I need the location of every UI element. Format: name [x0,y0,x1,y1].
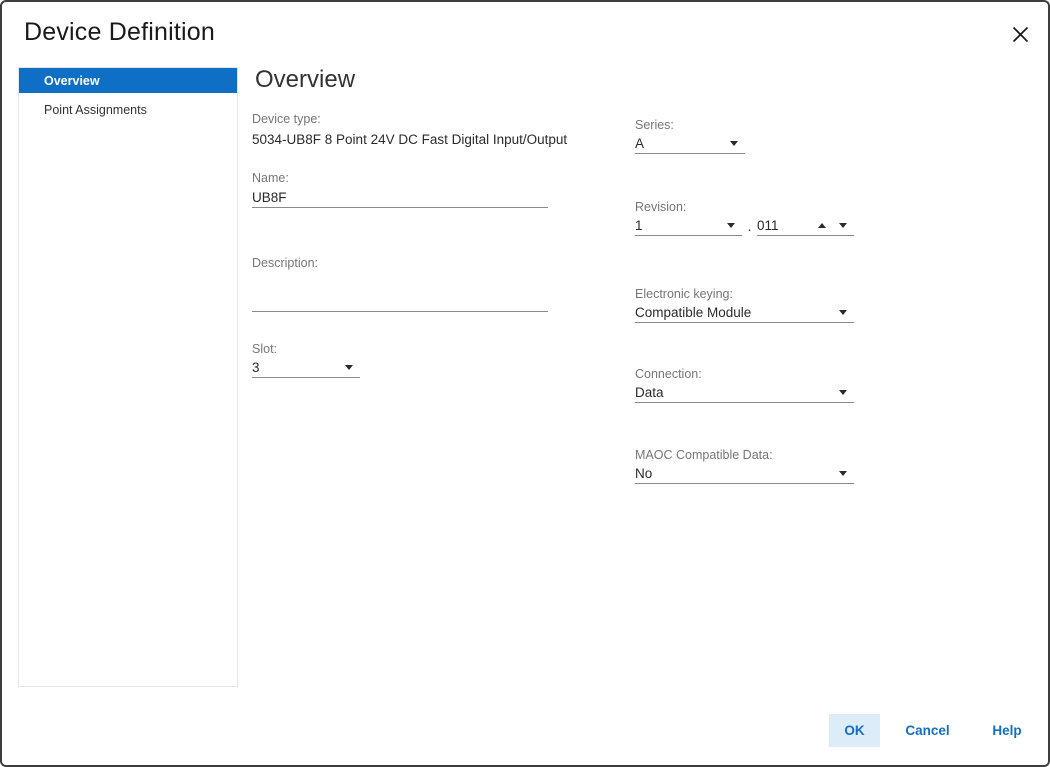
chevron-down-icon[interactable] [345,365,353,370]
series-dropdown[interactable]: A [635,133,745,154]
electronic-keying-field: Electronic keying: Compatible Module [635,287,854,323]
device-definition-dialog: Device Definition Overview Point Assignm… [0,0,1050,767]
slot-dropdown[interactable]: 3 [252,357,360,378]
revision-minor-value: 011 [757,218,779,233]
name-input[interactable]: UB8F [252,187,548,208]
sidebar-item-label: Point Assignments [44,103,147,117]
revision-label: Revision: [635,200,854,214]
revision-controls: 1 . 011 [635,215,854,236]
description-input[interactable] [252,291,548,312]
series-field: Series: A [635,118,745,154]
name-value: UB8F [252,190,287,205]
connection-field: Connection: Data [635,367,854,403]
spinner-down-icon[interactable] [839,223,847,228]
page-title: Overview [255,66,355,94]
cancel-button[interactable]: Cancel [890,714,965,747]
dialog-title: Device Definition [24,18,215,47]
slot-label: Slot: [252,342,360,356]
chevron-down-icon[interactable] [727,223,735,228]
close-button[interactable] [1006,20,1034,48]
connection-label: Connection: [635,367,854,381]
chevron-down-icon[interactable] [730,141,738,146]
device-type-value: 5034-UB8F 8 Point 24V DC Fast Digital In… [252,132,567,147]
series-label: Series: [635,118,745,132]
sidebar-item-label: Overview [44,74,100,88]
revision-major-dropdown[interactable]: 1 [635,215,742,236]
electronic-keying-dropdown[interactable]: Compatible Module [635,302,854,323]
revision-separator: . [742,219,757,236]
name-label: Name: [252,171,548,185]
chevron-down-icon[interactable] [839,471,847,476]
chevron-down-icon[interactable] [839,310,847,315]
connection-value: Data [635,385,664,400]
sidebar-item-point-assignments[interactable]: Point Assignments [19,97,237,122]
maoc-compatible-data-value: No [635,466,652,481]
maoc-compatible-data-dropdown[interactable]: No [635,463,854,484]
name-field: Name: UB8F [252,171,548,208]
description-field: Description: [252,256,548,312]
electronic-keying-label: Electronic keying: [635,287,854,301]
revision-minor-spinner[interactable]: 011 [757,215,854,236]
ok-button[interactable]: OK [829,714,880,747]
help-button[interactable]: Help [974,714,1040,747]
maoc-compatible-data-label: MAOC Compatible Data: [635,448,854,462]
maoc-compatible-data-field: MAOC Compatible Data: No [635,448,854,484]
spinner-up-icon[interactable] [818,223,826,228]
device-type-field: Device type: 5034-UB8F 8 Point 24V DC Fa… [252,112,592,149]
series-value: A [635,136,644,151]
sidebar-item-overview[interactable]: Overview [19,68,237,93]
close-icon [1012,26,1029,43]
chevron-down-icon[interactable] [839,390,847,395]
slot-value: 3 [252,360,260,375]
revision-major-value: 1 [635,218,643,233]
connection-dropdown[interactable]: Data [635,382,854,403]
device-type-label: Device type: [252,112,592,126]
electronic-keying-value: Compatible Module [635,305,751,320]
sidebar: Overview Point Assignments [18,67,238,687]
device-type-value-row: 5034-UB8F 8 Point 24V DC Fast Digital In… [252,129,592,149]
slot-field: Slot: 3 [252,342,360,378]
revision-field: Revision: 1 . 011 [635,200,854,236]
description-label: Description: [252,256,548,270]
